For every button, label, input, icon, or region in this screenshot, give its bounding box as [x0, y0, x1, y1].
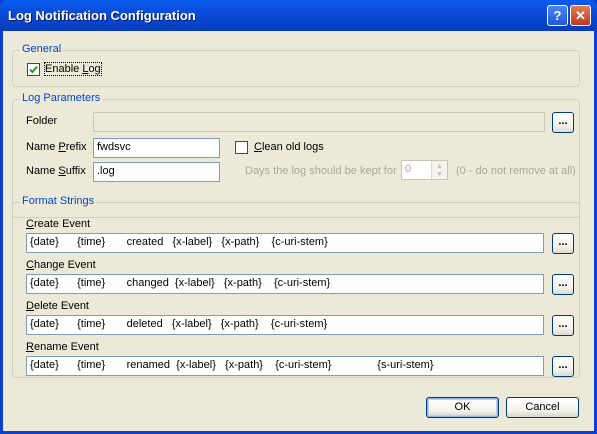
create-event-browse-button[interactable]: ...	[552, 233, 574, 254]
delete-event-field[interactable]: {date} {time} deleted {x-label} {x-path}…	[26, 315, 544, 335]
rename-event-browse-button[interactable]: ...	[552, 356, 574, 377]
days-kept-label: Days the log should be kept for	[245, 165, 397, 177]
clean-old-logs-label[interactable]: Clean old logs	[254, 141, 324, 153]
change-event-field[interactable]: {date} {time} changed {x-label} {x-path}…	[26, 274, 544, 294]
change-event-label: Change Event	[26, 259, 96, 271]
general-group: General Enable Log	[12, 43, 580, 87]
days-hint: (0 - do not remove at all)	[456, 165, 576, 177]
folder-field[interactable]	[93, 112, 545, 132]
general-legend: General	[20, 43, 64, 55]
spinner-buttons[interactable]: ▲ ▼	[431, 161, 447, 179]
delete-event-browse-button[interactable]: ...	[552, 315, 574, 336]
dialog-body: General Enable Log Log Parameters Folder…	[3, 31, 594, 431]
folder-browse-button[interactable]: ...	[552, 112, 574, 133]
checkmark-icon	[29, 65, 38, 74]
cancel-button[interactable]: Cancel	[506, 397, 579, 418]
name-prefix-label: Name Prefix	[26, 141, 87, 153]
log-parameters-legend: Log Parameters	[20, 92, 103, 104]
window-title: Log Notification Configuration	[8, 8, 196, 23]
enable-log-label[interactable]: Enable Log	[44, 62, 102, 76]
format-strings-group: Format Strings Create Event {date} {time…	[12, 195, 580, 378]
create-event-label: Create Event	[26, 218, 91, 230]
name-prefix-field[interactable]: fwdsvc	[93, 138, 220, 158]
clean-old-logs-checkbox[interactable]	[235, 141, 248, 154]
days-kept-spinner[interactable]: 0 ▲ ▼	[401, 160, 448, 180]
dialog-window: Log Notification Configuration ? ✕ Gener…	[0, 0, 597, 434]
enable-log-checkbox[interactable]	[27, 63, 40, 76]
spin-up-icon[interactable]: ▲	[436, 163, 443, 170]
delete-event-label: Delete Event	[26, 300, 89, 312]
days-kept-value: 0	[405, 163, 412, 175]
format-strings-legend: Format Strings	[20, 195, 97, 207]
log-parameters-group: Log Parameters Folder ... Name Prefix fw…	[12, 92, 580, 218]
name-suffix-label: Name Suffix	[26, 165, 86, 177]
name-suffix-field[interactable]: .log	[93, 162, 220, 182]
close-button[interactable]: ✕	[570, 5, 591, 26]
folder-label: Folder	[26, 115, 58, 127]
help-button[interactable]: ?	[547, 5, 568, 26]
change-event-browse-button[interactable]: ...	[552, 274, 574, 295]
create-event-field[interactable]: {date} {time} created {x-label} {x-path}…	[26, 233, 544, 253]
title-bar[interactable]: Log Notification Configuration ? ✕	[0, 0, 597, 31]
spin-down-icon[interactable]: ▼	[436, 171, 443, 178]
ok-button[interactable]: OK	[426, 397, 499, 418]
rename-event-field[interactable]: {date} {time} renamed {x-label} {x-path}…	[26, 356, 544, 376]
rename-event-label: Rename Event	[26, 341, 99, 353]
